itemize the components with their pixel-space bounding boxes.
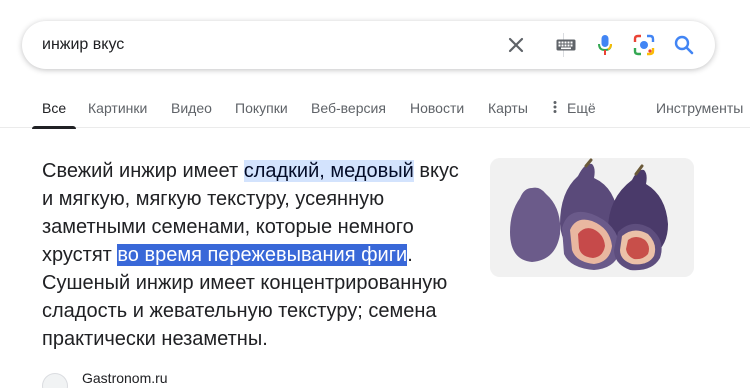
tab-all[interactable]: Все: [31, 90, 77, 129]
snippet-text-part: Свежий инжир имеет: [42, 160, 244, 182]
snippet-highlight-sweet: сладкий, медовый: [243, 160, 414, 182]
clear-icon[interactable]: [504, 33, 528, 57]
microphone-icon[interactable]: [593, 33, 617, 57]
featured-snippet-text: Свежий инжир имеет сладкий, медовый вкус…: [42, 157, 472, 353]
tab-images[interactable]: Картинки: [88, 90, 147, 128]
more-dots-icon: [553, 100, 563, 117]
search-icon[interactable]: [672, 33, 696, 57]
google-lens-icon[interactable]: [632, 33, 656, 57]
search-input[interactable]: [42, 21, 482, 69]
tools-button[interactable]: Инструменты: [656, 90, 743, 128]
source-attribution[interactable]: Gastronom.ru: [42, 370, 168, 388]
tab-more[interactable]: Ещё: [553, 90, 596, 128]
tab-videos[interactable]: Видео: [171, 90, 212, 128]
site-favicon-icon: [42, 373, 68, 388]
fig-image[interactable]: [490, 158, 694, 277]
tab-shopping[interactable]: Покупки: [235, 90, 288, 128]
source-name[interactable]: Gastronom.ru: [82, 370, 168, 386]
keyboard-icon[interactable]: [553, 33, 579, 57]
search-box[interactable]: [22, 21, 715, 69]
tab-web[interactable]: Веб-версия: [311, 90, 386, 128]
tab-maps[interactable]: Карты: [488, 90, 528, 128]
snippet-highlight-chewing: во время пережевывания фиги: [117, 244, 408, 266]
search-tabs: Все Картинки Видео Покупки Веб-версия Но…: [0, 90, 750, 129]
tab-news[interactable]: Новости: [410, 90, 464, 128]
